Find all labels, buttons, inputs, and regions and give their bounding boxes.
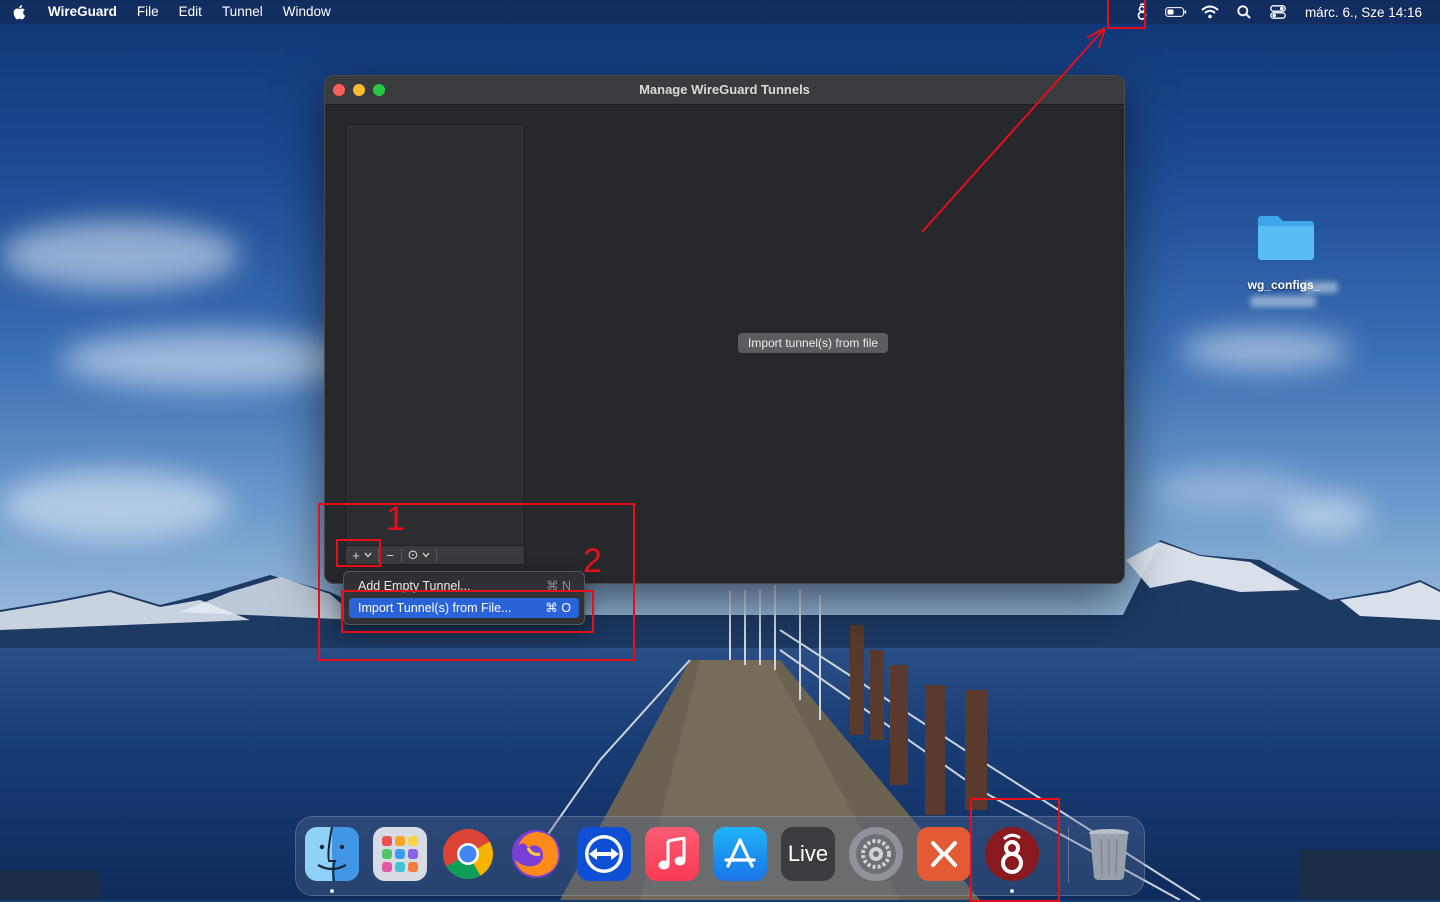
battery-icon[interactable] bbox=[1165, 2, 1187, 22]
control-center-icon[interactable] bbox=[1267, 2, 1289, 22]
annotation-number-2: 2 bbox=[583, 542, 602, 580]
annotation-box-add-button bbox=[336, 539, 381, 567]
apple-menu-icon[interactable] bbox=[12, 4, 32, 20]
app-store-icon[interactable] bbox=[713, 827, 767, 881]
remote-desktop-icon[interactable] bbox=[917, 827, 971, 881]
wifi-icon[interactable] bbox=[1199, 2, 1221, 22]
running-indicator bbox=[330, 889, 334, 893]
live-label: Live bbox=[787, 841, 829, 866]
music-icon[interactable] bbox=[645, 827, 699, 881]
tunnel-list[interactable] bbox=[345, 124, 525, 548]
menu-file[interactable]: File bbox=[127, 0, 169, 24]
system-settings-icon[interactable] bbox=[849, 827, 903, 881]
search-icon[interactable] bbox=[1233, 2, 1255, 22]
annotation-arrow bbox=[921, 27, 1106, 233]
firefox-icon[interactable] bbox=[509, 827, 563, 881]
menu-edit[interactable]: Edit bbox=[169, 0, 212, 24]
launchpad-icon[interactable] bbox=[373, 827, 427, 881]
annotation-box-import-item bbox=[341, 590, 594, 633]
redacted-folder-name bbox=[1302, 282, 1338, 293]
finder-icon[interactable] bbox=[305, 827, 359, 881]
menu-app-name[interactable]: WireGuard bbox=[36, 0, 127, 24]
annotation-number-1: 1 bbox=[386, 500, 405, 538]
redacted-folder-name bbox=[1250, 296, 1316, 307]
annotation-box-section bbox=[318, 503, 635, 661]
teamviewer-icon[interactable] bbox=[577, 827, 631, 881]
annotation-box-dock-wireguard bbox=[970, 798, 1060, 902]
menu-bar-clock[interactable]: márc. 6., Sze 14:16 bbox=[1305, 5, 1422, 20]
menu-tunnel[interactable]: Tunnel bbox=[212, 0, 273, 24]
trash-icon[interactable] bbox=[1082, 827, 1136, 881]
menu-window[interactable]: Window bbox=[273, 0, 341, 24]
ableton-live-icon[interactable]: Live bbox=[781, 827, 835, 881]
folder-icon[interactable] bbox=[1256, 212, 1316, 262]
import-tunnels-button[interactable]: Import tunnel(s) from file bbox=[738, 333, 889, 353]
menu-bar: WireGuard File Edit Tunnel Window márc. … bbox=[0, 0, 1440, 24]
chrome-icon[interactable] bbox=[441, 827, 495, 881]
